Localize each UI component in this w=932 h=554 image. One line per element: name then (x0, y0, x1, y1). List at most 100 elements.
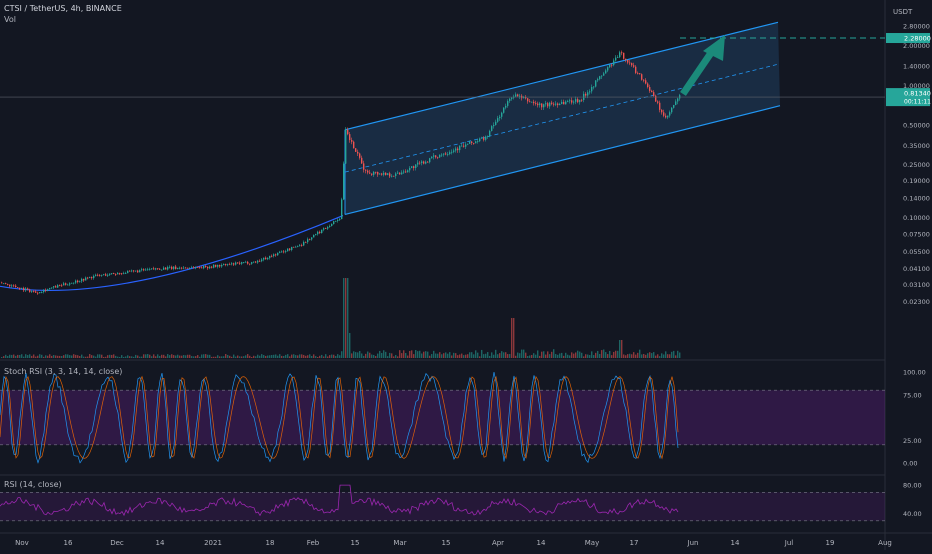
rsi-tick-label: 40.00 (903, 510, 922, 518)
candle-body (413, 166, 415, 169)
candle-body (451, 151, 453, 153)
candle-body (93, 275, 95, 279)
candle-body (301, 245, 303, 247)
volume-bar (573, 353, 575, 358)
candle-body (367, 170, 369, 173)
volume-bar (143, 354, 145, 358)
candle-body (117, 273, 119, 275)
volume-bar (623, 354, 625, 358)
volume-bar (287, 354, 289, 358)
candle-body (605, 70, 607, 74)
candle-body (449, 152, 451, 155)
volume-bar (479, 356, 481, 358)
volume-bar (495, 349, 497, 358)
candle-body (179, 267, 181, 269)
candle-body (149, 268, 151, 270)
volume-bar (181, 355, 183, 358)
candle-body (647, 83, 649, 88)
candle-body (111, 273, 113, 274)
volume-bar (65, 354, 67, 358)
volume-bar (167, 354, 169, 358)
candle-body (585, 93, 587, 96)
volume-bar (121, 355, 123, 358)
volume-bar (137, 355, 139, 358)
volume-bar (509, 354, 511, 358)
volume-bar (15, 355, 17, 358)
candle-body (417, 162, 419, 165)
volume-bar (123, 356, 125, 358)
candle-body (231, 263, 233, 265)
candle-body (431, 156, 433, 159)
vol-label: Vol (4, 15, 16, 24)
volume-bar (399, 350, 401, 358)
volume-bar (465, 354, 467, 358)
candle-body (553, 103, 555, 105)
volume-bar (637, 352, 639, 358)
target-price-label: 2.28000 (904, 35, 931, 43)
volume-bar (427, 351, 429, 358)
candle-body (339, 219, 341, 220)
candle-body (595, 80, 597, 87)
volume-bar (577, 350, 579, 358)
volume-bar (423, 351, 425, 358)
candle-body (147, 269, 149, 271)
volume-bar (441, 354, 443, 358)
volume-bar (213, 356, 215, 358)
volume-bar (285, 354, 287, 358)
volume-bar (603, 349, 605, 358)
volume-bar (179, 355, 181, 358)
volume-bar (289, 356, 291, 358)
candle-body (245, 261, 247, 263)
volume-bar (29, 354, 31, 358)
volume-bar (435, 353, 437, 358)
candle-body (463, 145, 465, 147)
candle-body (259, 260, 261, 262)
volume-bar (597, 350, 599, 358)
candle-body (269, 255, 271, 259)
volume-bar (279, 354, 281, 358)
candle-body (507, 101, 509, 106)
price-tick-label: 0.03100 (903, 281, 930, 289)
candle-body (7, 284, 9, 285)
candle-body (5, 283, 7, 285)
candle-body (305, 242, 307, 243)
volume-bar (269, 355, 271, 358)
candle-body (165, 267, 167, 270)
volume-bar (611, 355, 613, 358)
volume-bar (431, 354, 433, 358)
volume-bar (71, 355, 73, 358)
candle-body (275, 254, 277, 256)
volume-bar (77, 355, 79, 358)
volume-bar (341, 351, 343, 358)
volume-bar (223, 356, 225, 358)
candle-body (73, 282, 75, 284)
volume-bar (657, 354, 659, 358)
volume-bar (339, 355, 341, 358)
candle-body (131, 270, 133, 272)
volume-bar (333, 354, 335, 358)
candle-body (67, 284, 69, 286)
candle-body (389, 173, 391, 177)
volume-bar (507, 354, 509, 358)
volume-bar (579, 351, 581, 358)
candle-body (563, 101, 565, 105)
candle-body (459, 145, 461, 151)
volume-bar (97, 354, 99, 358)
volume-bar (251, 356, 253, 358)
candle-body (11, 285, 13, 287)
candle-body (45, 289, 47, 291)
candle-body (613, 60, 615, 66)
candle-body (559, 103, 561, 106)
time-tick-label: 17 (630, 539, 639, 547)
candle-body (277, 252, 279, 256)
candle-body (313, 235, 315, 238)
volume-bar (589, 355, 591, 358)
candle-body (195, 267, 197, 269)
candle-body (627, 60, 629, 63)
candle-body (253, 261, 255, 263)
candle-body (125, 273, 127, 274)
volume-bar (521, 349, 523, 358)
candle-body (555, 103, 557, 105)
volume-bar (155, 356, 157, 358)
volume-bar (33, 354, 35, 358)
